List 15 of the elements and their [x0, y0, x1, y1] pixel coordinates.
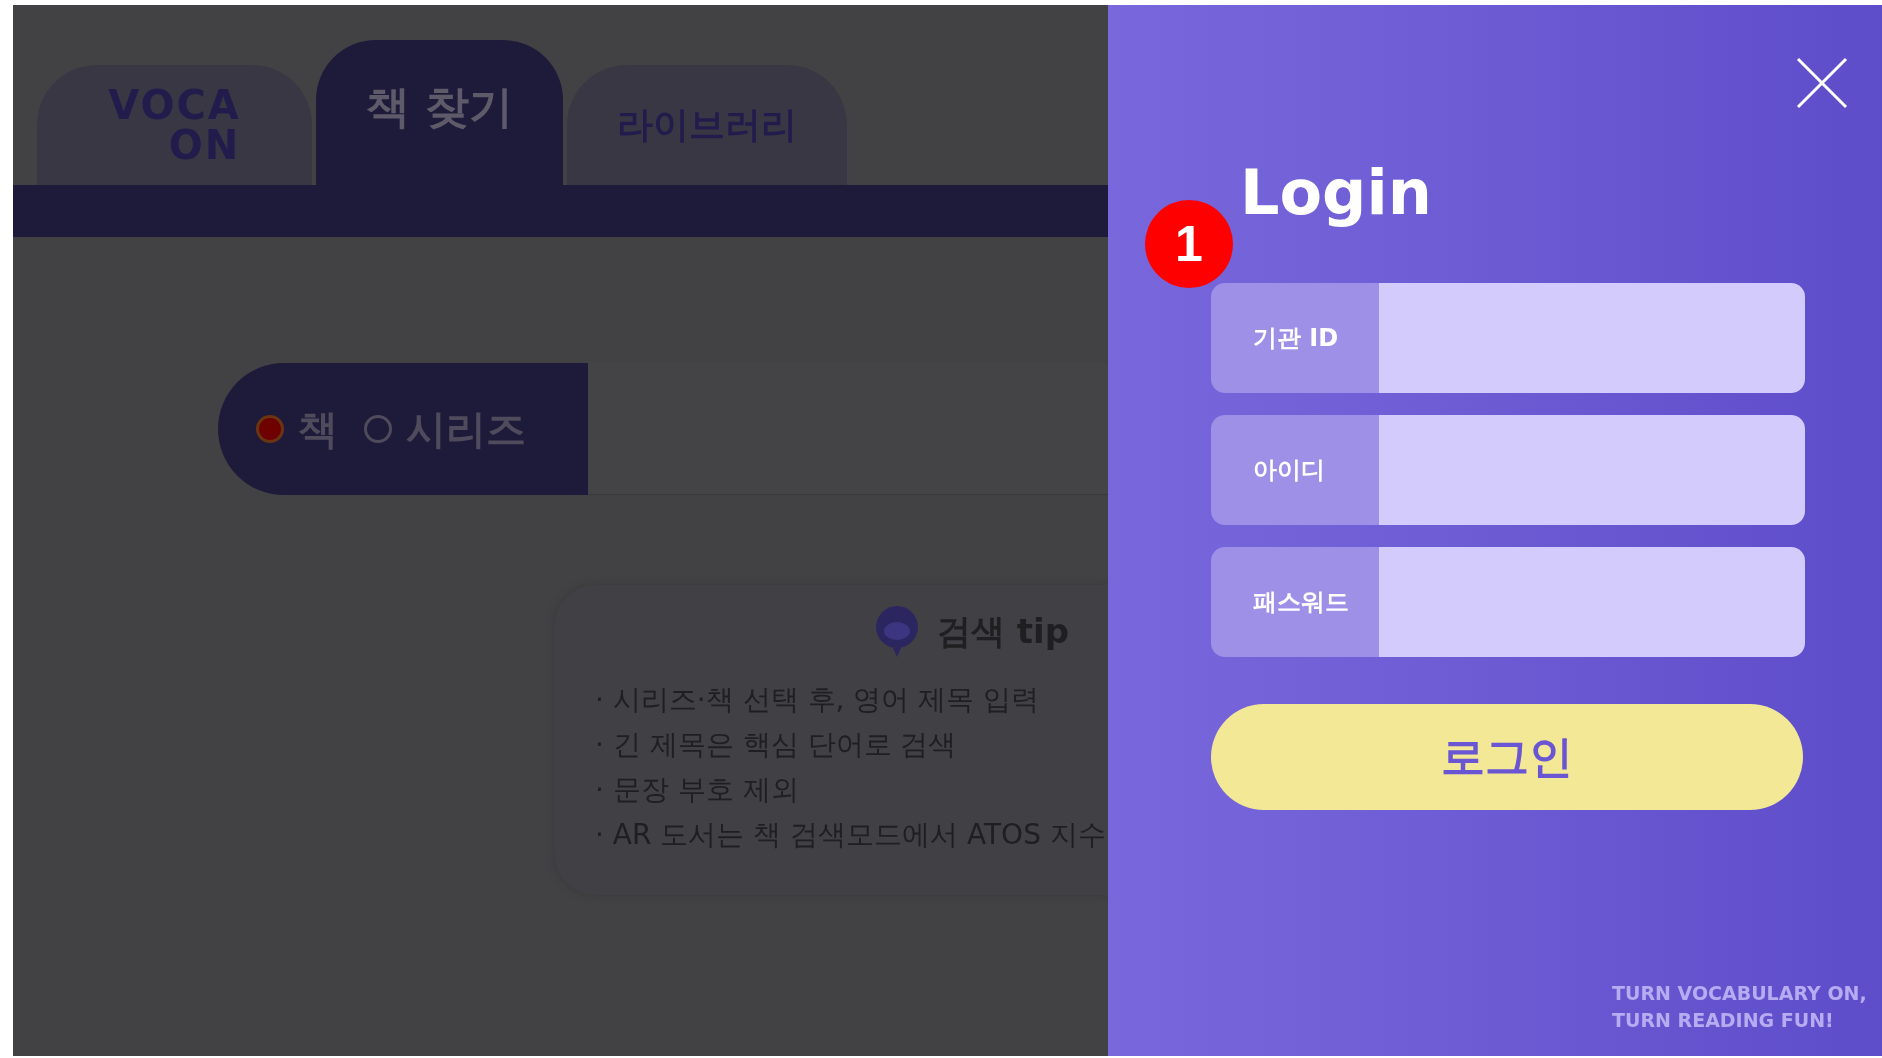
input-field[interactable]	[1379, 283, 1805, 393]
field-label: 기관 ID	[1211, 283, 1379, 393]
login-title: Login	[1240, 155, 1433, 231]
robot-icon	[875, 605, 919, 659]
login-button[interactable]: 로그인	[1211, 704, 1803, 810]
slogan-text: TURN VOCABULARY ON, TURN READING FUN!	[1612, 981, 1868, 1033]
field-label: 패스워드	[1211, 547, 1379, 657]
field-label: 아이디	[1211, 415, 1379, 525]
annotation-badge: 1	[1145, 200, 1233, 288]
input-field[interactable]	[1379, 415, 1805, 525]
radio-button[interactable]	[256, 415, 284, 443]
close-button[interactable]	[1794, 55, 1850, 111]
nav-tab[interactable]: 책 찾기	[316, 40, 564, 185]
radio-button[interactable]	[364, 415, 392, 443]
input-field[interactable]	[1379, 547, 1805, 657]
